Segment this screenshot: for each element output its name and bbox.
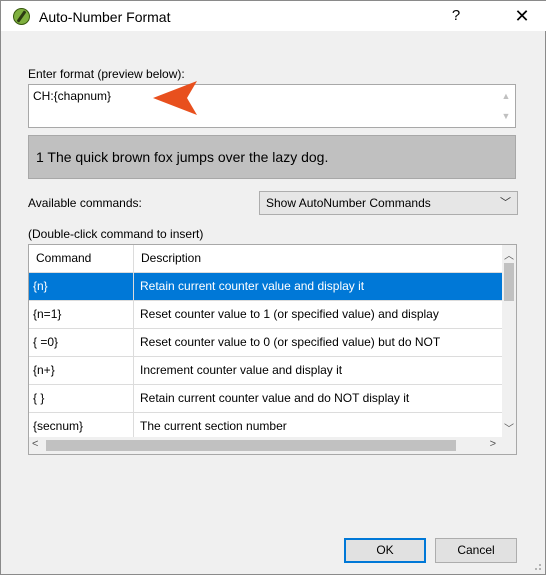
format-input[interactable]: CH:{chapnum} ▲ ▼ <box>28 84 516 128</box>
scroll-up-icon[interactable]: ︿ <box>502 247 516 262</box>
vertical-scroll-thumb[interactable] <box>504 263 514 301</box>
ok-button[interactable]: OK <box>344 538 426 563</box>
title-bar: Auto-Number Format ? ✕ <box>1 1 547 31</box>
format-input-value: CH:{chapnum} <box>33 89 112 103</box>
scroll-up-icon[interactable]: ▲ <box>498 88 514 104</box>
description-cell: Retain current counter value and do NOT … <box>140 391 410 405</box>
horizontal-scroll-thumb[interactable] <box>46 440 456 451</box>
annotation-arrow-icon <box>153 81 197 115</box>
scroll-left-icon[interactable]: < <box>32 438 38 450</box>
column-header-description[interactable]: Description <box>134 245 516 272</box>
table-row[interactable]: { =0} Reset counter value to 0 (or speci… <box>29 329 516 357</box>
table-row[interactable]: {n+} Increment counter value and display… <box>29 357 516 385</box>
description-cell: Retain current counter value and display… <box>134 273 516 300</box>
chevron-down-icon: ﹀ <box>500 197 511 209</box>
description-cell: The current section number <box>140 419 287 433</box>
app-logo-icon <box>13 8 30 25</box>
commands-table: Command Description {n} Retain current c… <box>28 244 517 455</box>
commands-filter-select[interactable]: Show AutoNumber Commands ﹀ <box>259 191 518 215</box>
scroll-down-icon[interactable]: ﹀ <box>502 420 516 435</box>
table-vertical-scrollbar[interactable]: ︿ ﹀ <box>502 245 516 437</box>
scroll-right-icon[interactable]: > <box>490 438 496 450</box>
table-row[interactable]: {n} Retain current counter value and dis… <box>29 273 516 301</box>
auto-number-format-dialog: Auto-Number Format ? ✕ Enter format (pre… <box>0 0 547 575</box>
description-cell: Reset counter value to 0 (or specified v… <box>140 335 441 349</box>
scroll-down-icon[interactable]: ▼ <box>498 108 514 124</box>
table-row[interactable]: { } Retain current counter value and do … <box>29 385 516 413</box>
command-cell: {n+} <box>29 357 134 384</box>
command-cell: {n=1} <box>29 301 134 328</box>
table-header: Command Description <box>29 245 502 273</box>
command-cell: {secnum} <box>29 413 134 440</box>
window-title: Auto-Number Format <box>39 9 171 25</box>
description-cell: Reset counter value to 1 (or specified v… <box>140 307 439 321</box>
command-cell: { =0} <box>29 329 134 356</box>
command-cell: {n} <box>29 273 134 300</box>
close-button[interactable]: ✕ <box>504 4 540 28</box>
help-button[interactable]: ? <box>441 4 471 28</box>
column-header-command[interactable]: Command <box>29 245 134 272</box>
double-click-hint: (Double-click command to insert) <box>28 227 204 241</box>
format-input-scrollbar[interactable]: ▲ ▼ <box>498 86 514 126</box>
description-cell: Increment counter value and display it <box>140 363 343 377</box>
scrollbar-corner <box>502 437 516 454</box>
table-horizontal-scrollbar[interactable]: < > <box>29 437 502 454</box>
table-row[interactable]: {n=1} Reset counter value to 1 (or speci… <box>29 301 516 329</box>
format-preview: 1 The quick brown fox jumps over the laz… <box>28 135 516 179</box>
commands-filter-value: Show AutoNumber Commands <box>266 196 431 210</box>
resize-grip-icon[interactable] <box>532 561 542 571</box>
cancel-button[interactable]: Cancel <box>435 538 517 563</box>
command-cell: { } <box>29 385 134 412</box>
available-commands-label: Available commands: <box>28 196 142 210</box>
